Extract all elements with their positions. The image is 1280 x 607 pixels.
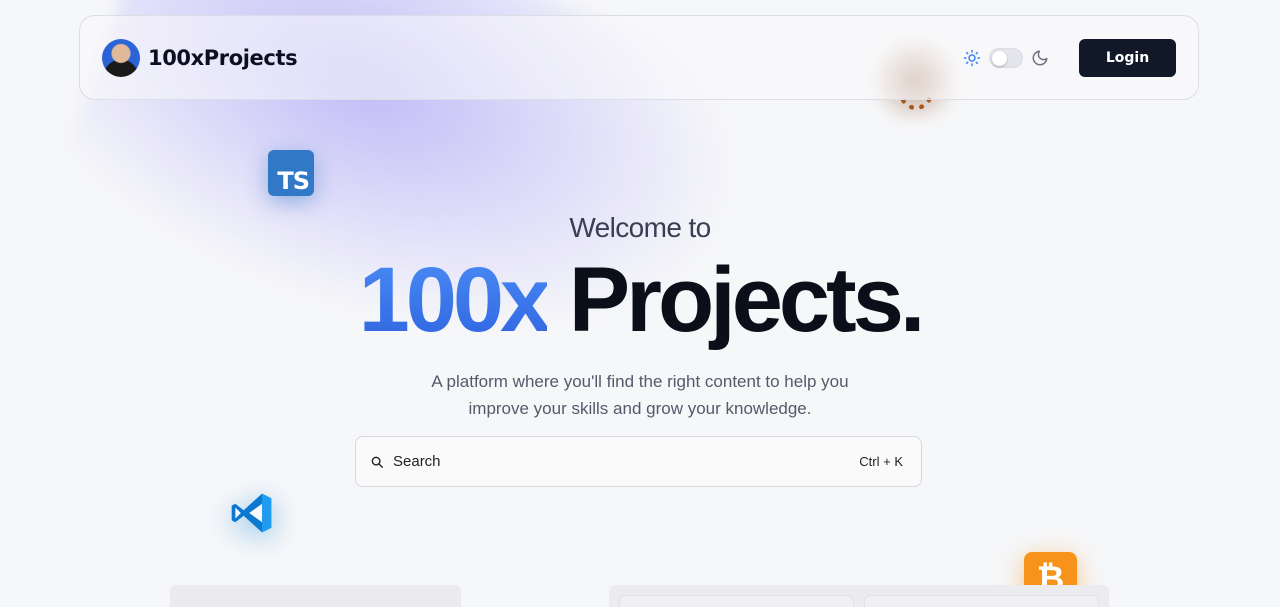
hero-subtitle: A platform where you'll find the right c… [0,368,1280,422]
navbar: 100xProjects Login [79,15,1199,100]
content-card[interactable] [609,585,1109,607]
content-card[interactable] [170,585,461,607]
sun-icon [963,49,981,66]
moon-icon [1032,50,1048,65]
switch-knob [992,50,1007,66]
hero-title-accent: 100x [358,249,552,351]
nav-actions: Login [963,38,1176,77]
theme-toggle[interactable] [963,47,1049,68]
brand-name: 100xProjects [148,45,298,70]
brand[interactable]: 100xProjects [102,38,298,77]
hero-subtitle-line1: A platform where you'll find the right c… [431,372,849,391]
typescript-icon: TS [268,150,314,196]
search-box[interactable]: Ctrl + K [355,436,922,487]
search-input[interactable] [393,453,860,470]
search-icon [371,456,383,468]
vscode-icon [231,493,272,533]
search-shortcut: Ctrl + K [859,454,903,469]
hero-title-main: Projects. [568,249,926,351]
theme-switch[interactable] [989,47,1023,68]
card-slot [619,595,854,607]
hero-welcome: Welcome to [569,212,711,243]
hero-title: 100x Projects. [0,245,1280,355]
login-button[interactable]: Login [1079,38,1176,77]
card-slot [864,595,1099,607]
avatar [102,38,140,77]
hero-subtitle-line2: improve your skills and grow your knowle… [468,399,812,418]
